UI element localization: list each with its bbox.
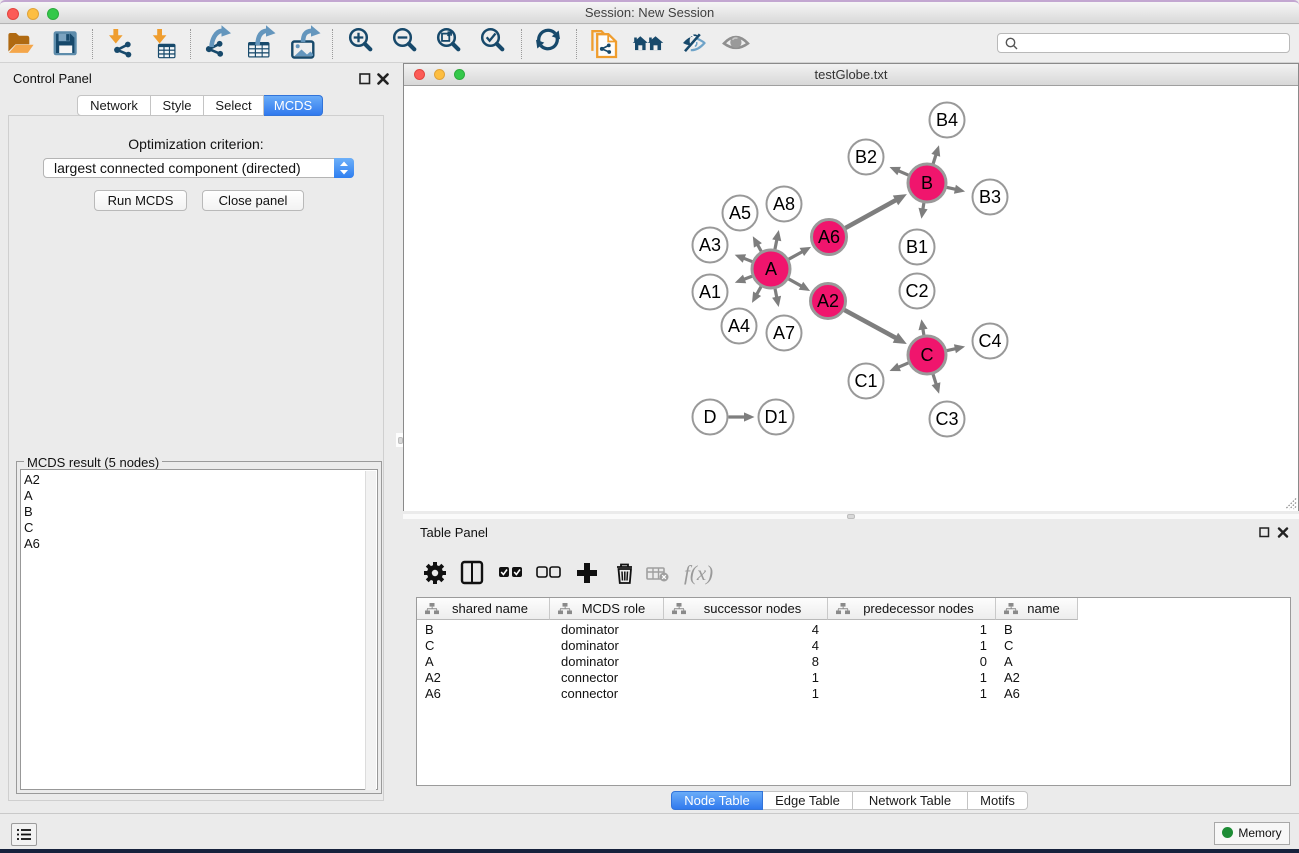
svg-text:C4: C4 [978,331,1001,351]
svg-text:A7: A7 [773,323,795,343]
svg-text:C: C [921,345,934,365]
svg-text:B3: B3 [979,187,1001,207]
svg-text:B4: B4 [936,110,958,130]
svg-text:A3: A3 [699,235,721,255]
svg-text:C2: C2 [905,281,928,301]
svg-text:B2: B2 [855,147,877,167]
svg-text:B: B [921,173,933,193]
svg-text:D1: D1 [764,407,787,427]
svg-text:A1: A1 [699,282,721,302]
svg-text:A4: A4 [728,316,750,336]
svg-text:A2: A2 [817,291,839,311]
svg-text:C3: C3 [935,409,958,429]
svg-text:A8: A8 [773,194,795,214]
svg-text:f(x): f(x) [684,561,713,585]
svg-text:A: A [765,259,777,279]
svg-text:C1: C1 [854,371,877,391]
svg-text:A5: A5 [729,203,751,223]
svg-text:D: D [704,407,717,427]
svg-text:A6: A6 [818,227,840,247]
svg-text:B1: B1 [906,237,928,257]
